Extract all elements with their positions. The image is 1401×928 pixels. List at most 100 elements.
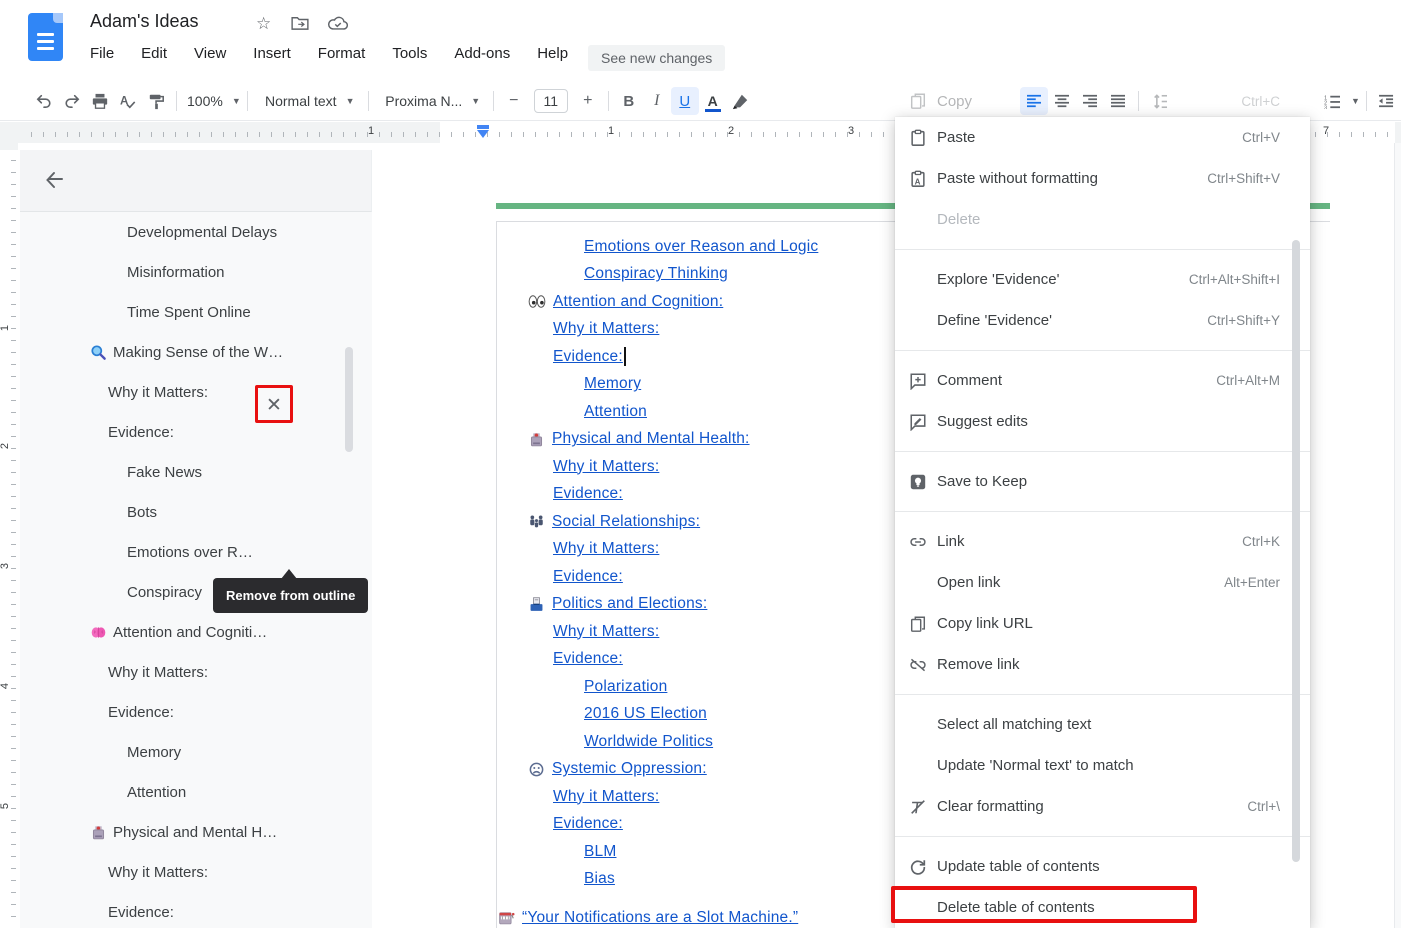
context-menu-scrollbar[interactable]: [1292, 240, 1300, 862]
toc-link[interactable]: Why it Matters:: [553, 540, 659, 558]
menubar-item-insert[interactable]: Insert: [253, 45, 291, 62]
spellcheck-button[interactable]: A: [114, 87, 142, 115]
bold-button[interactable]: B: [615, 87, 643, 115]
menu-item-select-all-matching-text[interactable]: Select all matching text: [895, 704, 1310, 745]
highlight-color-button[interactable]: [727, 87, 755, 115]
menu-item-clear-formatting[interactable]: Clear formattingCtrl+\: [895, 786, 1310, 827]
toc-link[interactable]: Why it Matters:: [553, 320, 659, 338]
toc-link[interactable]: Bias: [584, 870, 615, 888]
toc-link[interactable]: Attention: [584, 403, 647, 421]
move-folder-icon[interactable]: [291, 16, 309, 30]
outline-item[interactable]: Attention and Cogniti…: [20, 612, 372, 652]
toc-link[interactable]: Memory: [584, 375, 641, 393]
toc-link[interactable]: Evidence:: [553, 348, 623, 366]
menubar-item-help[interactable]: Help: [537, 45, 568, 62]
menu-item-suggest-edits[interactable]: Suggest edits: [895, 401, 1310, 442]
outline-item[interactable]: Evidence:: [20, 892, 372, 928]
outline-item[interactable]: Why it Matters:: [20, 652, 372, 692]
underline-button[interactable]: U: [671, 87, 699, 115]
italic-button[interactable]: I: [643, 87, 671, 115]
numbered-list-button[interactable]: 123: [1318, 87, 1346, 115]
menubar-item-edit[interactable]: Edit: [141, 45, 167, 62]
menubar-item-view[interactable]: View: [194, 45, 226, 62]
paragraph-style-select[interactable]: Normal text▼: [254, 87, 362, 115]
toc-link[interactable]: Why it Matters:: [553, 458, 659, 476]
toc-link[interactable]: BLM: [584, 843, 616, 861]
see-new-changes-button[interactable]: See new changes: [588, 45, 725, 71]
toc-link[interactable]: Why it Matters:: [553, 788, 659, 806]
left-indent-marker[interactable]: [477, 125, 489, 129]
font-size-input[interactable]: 11: [534, 89, 568, 113]
outline-item[interactable]: Time Spent Online: [20, 292, 372, 332]
menu-item-update-normal-text-to-match[interactable]: Update 'Normal text' to match: [895, 745, 1310, 786]
toc-link[interactable]: “Your Notifications are a Slot Machine.”: [522, 909, 798, 927]
toc-link[interactable]: Social Relationships:: [552, 513, 700, 531]
cloud-status-icon[interactable]: [328, 16, 348, 31]
toc-link[interactable]: Why it Matters:: [553, 623, 659, 641]
menu-item-open-link[interactable]: Open linkAlt+Enter: [895, 562, 1310, 603]
outline-scrollbar[interactable]: [345, 347, 353, 452]
outline-item[interactable]: Misinformation: [20, 252, 372, 292]
google-docs-logo-icon[interactable]: [28, 13, 63, 61]
outline-item[interactable]: Why it Matters:: [20, 852, 372, 892]
menubar-item-file[interactable]: File: [90, 45, 114, 62]
outline-item[interactable]: Memory: [20, 732, 372, 772]
menu-item-remove-link[interactable]: Remove link: [895, 644, 1310, 685]
toc-row: Polarization: [496, 673, 818, 701]
menu-item-save-to-keep[interactable]: Save to Keep: [895, 461, 1310, 502]
outline-item[interactable]: Attention: [20, 772, 372, 812]
toc-link[interactable]: Politics and Elections:: [552, 595, 707, 613]
outline-item[interactable]: Emotions over R…: [20, 532, 372, 572]
menu-item-explore-evidence[interactable]: Explore 'Evidence'Ctrl+Alt+Shift+I: [895, 259, 1310, 300]
menu-item-define-evidence[interactable]: Define 'Evidence'Ctrl+Shift+Y: [895, 300, 1310, 341]
menu-item-link[interactable]: LinkCtrl+K: [895, 521, 1310, 562]
font-select[interactable]: Proxima N...▼: [375, 87, 487, 115]
star-icon[interactable]: ☆: [256, 14, 271, 34]
font-size-decrease-button[interactable]: −: [500, 87, 528, 115]
text-color-button[interactable]: A: [699, 87, 727, 115]
menubar-item-add-ons[interactable]: Add-ons: [454, 45, 510, 62]
menu-item-label: Link: [937, 533, 1242, 550]
toc-link[interactable]: Emotions over Reason and Logic: [584, 238, 818, 256]
document-scrollbar[interactable]: [1394, 143, 1401, 928]
outline-item[interactable]: Physical and Mental H…: [20, 812, 372, 852]
outline-item[interactable]: Why it Matters:: [20, 372, 372, 412]
menu-item-paste[interactable]: PasteCtrl+V: [895, 117, 1310, 158]
chevron-down-icon[interactable]: ▼: [1351, 96, 1360, 106]
toc-link[interactable]: 2016 US Election: [584, 705, 707, 723]
outline-item[interactable]: Making Sense of the W…: [20, 332, 372, 372]
close-outline-arrow-icon[interactable]: [42, 168, 68, 194]
print-button[interactable]: [86, 87, 114, 115]
redo-button[interactable]: [58, 87, 86, 115]
outline-item[interactable]: Evidence:: [20, 692, 372, 732]
menu-item-comment[interactable]: CommentCtrl+Alt+M: [895, 360, 1310, 401]
outline-item[interactable]: Bots: [20, 492, 372, 532]
zoom-select[interactable]: 100%▼: [183, 87, 241, 115]
menubar-item-format[interactable]: Format: [318, 45, 366, 62]
paint-format-button[interactable]: [142, 87, 170, 115]
toc-link[interactable]: Conspiracy Thinking: [584, 265, 728, 283]
toc-link[interactable]: Worldwide Politics: [584, 733, 713, 751]
indent-decrease-button[interactable]: [1373, 87, 1401, 115]
toc-link[interactable]: Attention and Cognition:: [553, 293, 723, 311]
menu-item-copy-link-url[interactable]: Copy link URL: [895, 603, 1310, 644]
document-title[interactable]: Adam's Ideas: [90, 11, 199, 32]
toc-link[interactable]: Evidence:: [553, 568, 623, 586]
toc-link[interactable]: Physical and Mental Health:: [552, 430, 750, 448]
outline-item[interactable]: Developmental Delays: [20, 212, 372, 252]
menu-divider: [895, 341, 1310, 360]
toc-link[interactable]: Systemic Oppression:: [552, 760, 707, 778]
toc-link[interactable]: Polarization: [584, 678, 667, 696]
outline-item[interactable]: Fake News: [20, 452, 372, 492]
undo-button[interactable]: [30, 87, 58, 115]
toc-link[interactable]: Evidence:: [553, 485, 623, 503]
menu-item-paste-without-formatting[interactable]: APaste without formattingCtrl+Shift+V: [895, 158, 1310, 199]
font-size-increase-button[interactable]: +: [574, 87, 602, 115]
toc-link[interactable]: Evidence:: [553, 815, 623, 833]
first-line-indent-marker[interactable]: [477, 130, 489, 138]
menubar-item-tools[interactable]: Tools: [392, 45, 427, 62]
vertical-ruler[interactable]: 12345: [0, 150, 18, 928]
menu-item-update-table-of-contents[interactable]: Update table of contents: [895, 846, 1310, 887]
toc-link[interactable]: Evidence:: [553, 650, 623, 668]
outline-item[interactable]: Evidence:: [20, 412, 372, 452]
